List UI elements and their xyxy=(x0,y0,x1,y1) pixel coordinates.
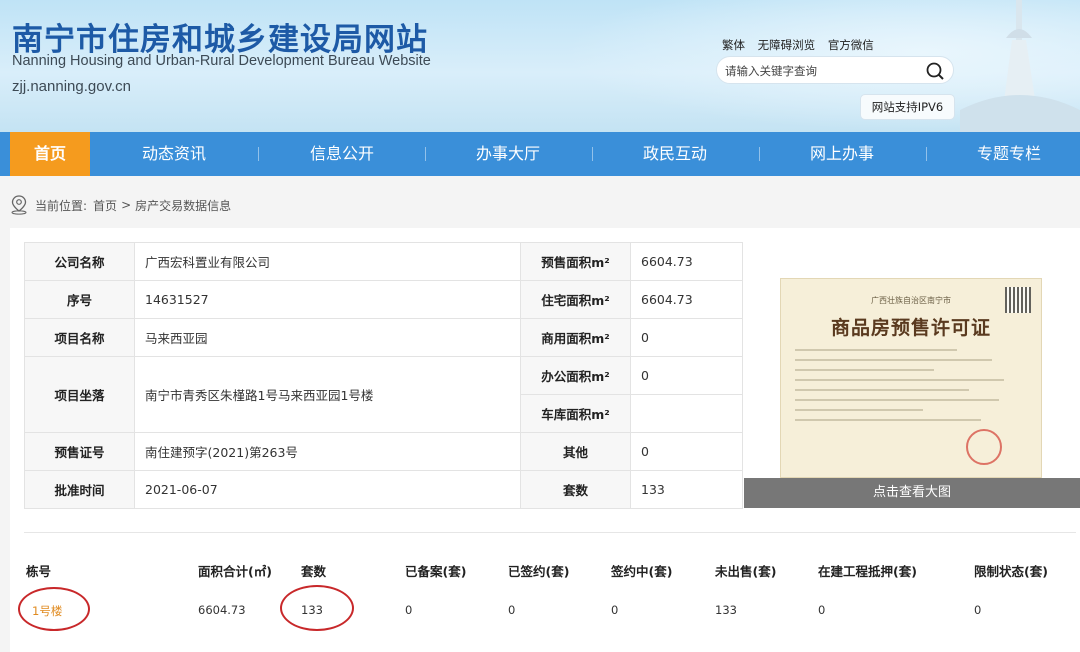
total-area-cell: 6604.73 xyxy=(198,603,246,617)
column-header: 已备案(套) xyxy=(405,564,467,579)
official-wechat-link[interactable]: 官方微信 xyxy=(828,38,874,52)
traditional-chinese-link[interactable]: 繁体 xyxy=(722,38,745,52)
project-name-value: 马来西亚园 xyxy=(134,318,521,357)
accessibility-link[interactable]: 无障碍浏览 xyxy=(758,38,816,52)
mortgaged-cell: 0 xyxy=(818,603,826,617)
office-area-label: 办公面积m² xyxy=(520,356,631,395)
view-large-image-button[interactable]: 点击查看大图 xyxy=(744,478,1080,508)
column-header: 套数 xyxy=(301,564,327,579)
nav-item-special-topics[interactable]: 专题专栏 xyxy=(927,132,1080,176)
license-preview[interactable]: 广西壮族自治区南宁市 商品房预售许可证 点击查看大图 xyxy=(744,242,1080,508)
nav-item-online-service[interactable]: 网上办事 xyxy=(760,132,924,176)
column-header: 在建工程抵押(套) xyxy=(818,564,917,579)
presale-license-image[interactable]: 广西壮族自治区南宁市 商品房预售许可证 xyxy=(780,278,1042,478)
nav-item-service-hall[interactable]: 办事大厅 xyxy=(426,132,590,176)
ipv6-badge: 网站支持IPV6 xyxy=(860,94,955,120)
column-header: 已签约(套) xyxy=(508,564,570,579)
residential-area-label: 住宅面积m² xyxy=(520,280,631,319)
search-icon[interactable] xyxy=(925,61,945,81)
table-row: 公司名称 广西宏科置业有限公司 预售面积m² 6604.73 xyxy=(24,242,743,281)
site-domain: zjj.nanning.gov.cn xyxy=(12,78,131,95)
breadcrumb-home[interactable]: 首页 xyxy=(93,197,117,214)
location-pin-icon xyxy=(11,195,27,215)
location-label: 项目坐落 xyxy=(24,356,135,433)
unsold-cell: 133 xyxy=(715,603,737,617)
license-text-lines xyxy=(795,349,1027,429)
qr-code-icon xyxy=(1005,287,1031,313)
table-row: 项目坐落 南宁市青秀区朱槿路1号马来西亚园1号楼 办公面积m² 0 xyxy=(24,356,743,433)
license-issuer: 广西壮族自治区南宁市 xyxy=(871,296,951,305)
search-input[interactable] xyxy=(725,61,921,81)
registered-cell: 0 xyxy=(405,603,413,617)
site-header: 南宁市住房和城乡建设局网站 Nanning Housing and Urban-… xyxy=(0,0,1080,132)
approval-date-label: 批准时间 xyxy=(24,470,135,509)
project-name-label: 项目名称 xyxy=(24,318,135,357)
building-summary-table: 栋号 面积合计(㎡) 套数 已备案(套) 已签约(套) 签约中(套) 未出售(套… xyxy=(18,532,1076,642)
official-seal-icon xyxy=(966,429,1002,465)
signing-cell: 0 xyxy=(611,603,619,617)
other-value: 0 xyxy=(630,432,743,471)
approval-date-value: 2021-06-07 xyxy=(134,470,521,509)
breadcrumb: 当前位置: 首页 > 房产交易数据信息 xyxy=(10,195,231,215)
location-value: 南宁市青秀区朱槿路1号马来西亚园1号楼 xyxy=(134,356,521,433)
commercial-area-label: 商用面积m² xyxy=(520,318,631,357)
project-info-table: 公司名称 广西宏科置业有限公司 预售面积m² 6604.73 序号 146315… xyxy=(24,242,743,509)
serial-value: 14631527 xyxy=(134,280,521,319)
nav-divider xyxy=(258,147,259,161)
serial-label: 序号 xyxy=(24,280,135,319)
breadcrumb-separator: > xyxy=(121,198,132,212)
units-label: 套数 xyxy=(520,470,631,509)
table-row: 批准时间 2021-06-07 套数 133 xyxy=(24,470,743,509)
nav-item-interaction[interactable]: 政民互动 xyxy=(593,132,757,176)
annotation-circle xyxy=(280,585,354,631)
site-title-english: Nanning Housing and Urban-Rural Developm… xyxy=(12,53,431,69)
table-row: 序号 14631527 住宅面积m² 6604.73 xyxy=(24,280,743,319)
company-label: 公司名称 xyxy=(24,242,135,281)
breadcrumb-prefix: 当前位置: xyxy=(35,198,88,213)
garage-area-value xyxy=(630,394,743,433)
restricted-cell: 0 xyxy=(974,603,982,617)
annotation-circle xyxy=(18,587,90,631)
garage-area-label: 车库面积m² xyxy=(520,394,631,433)
monument-illustration xyxy=(960,0,1080,132)
nav-item-info-disclosure[interactable]: 信息公开 xyxy=(260,132,424,176)
nav-item-home[interactable]: 首页 xyxy=(10,132,90,176)
nav-item-news[interactable]: 动态资讯 xyxy=(92,132,256,176)
residential-area-value: 6604.73 xyxy=(630,280,743,319)
office-area-value: 0 xyxy=(630,356,743,395)
column-header: 未出售(套) xyxy=(715,564,777,579)
company-value: 广西宏科置业有限公司 xyxy=(134,242,521,281)
search-box xyxy=(716,56,954,84)
presale-area-value: 6604.73 xyxy=(630,242,743,281)
license-title: 商品房预售许可证 xyxy=(830,317,991,339)
presale-area-label: 预售面积m² xyxy=(520,242,631,281)
table-row: 预售证号 南住建预字(2021)第263号 其他 0 xyxy=(24,432,743,471)
breadcrumb-current[interactable]: 房产交易数据信息 xyxy=(135,197,231,214)
signed-cell: 0 xyxy=(508,603,516,617)
commercial-area-value: 0 xyxy=(630,318,743,357)
table-row: 项目名称 马来西亚园 商用面积m² 0 xyxy=(24,318,743,357)
presale-number-label: 预售证号 xyxy=(24,432,135,471)
content-panel: 公司名称 广西宏科置业有限公司 预售面积m² 6604.73 序号 146315… xyxy=(10,228,1080,652)
main-nav: 首页 动态资讯 信息公开 办事大厅 政民互动 网上办事 专题专栏 xyxy=(0,132,1080,176)
units-value: 133 xyxy=(630,470,743,509)
column-header: 面积合计(㎡) xyxy=(198,564,272,579)
column-header: 栋号 xyxy=(26,564,52,579)
other-label: 其他 xyxy=(520,432,631,471)
top-links: 繁体 无障碍浏览 官方微信 xyxy=(722,37,883,53)
column-header: 限制状态(套) xyxy=(974,564,1048,579)
presale-number-value: 南住建预字(2021)第263号 xyxy=(134,432,521,471)
column-header: 签约中(套) xyxy=(611,564,673,579)
